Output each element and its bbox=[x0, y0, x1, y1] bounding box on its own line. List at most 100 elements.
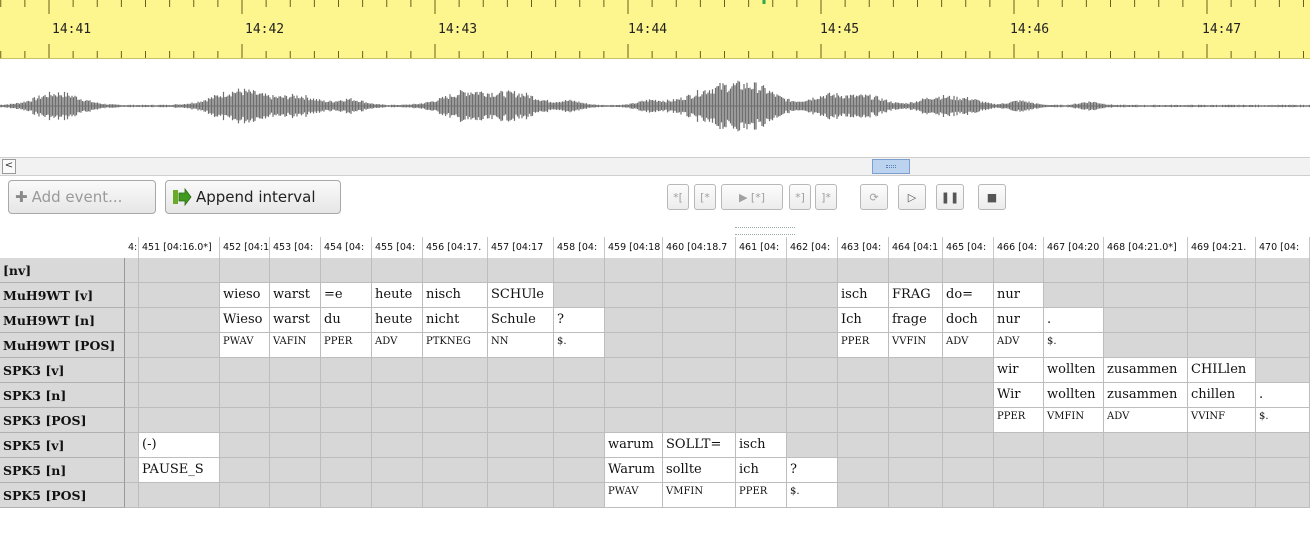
event-cell[interactable]: sollte bbox=[663, 458, 736, 483]
column-header[interactable]: 452 [04:1 bbox=[220, 237, 270, 258]
empty-cell[interactable] bbox=[889, 358, 943, 383]
event-cell[interactable]: do= bbox=[943, 283, 994, 308]
empty-cell[interactable] bbox=[1256, 358, 1310, 383]
empty-cell[interactable] bbox=[605, 358, 663, 383]
empty-cell[interactable] bbox=[787, 258, 838, 283]
empty-cell[interactable] bbox=[889, 408, 943, 433]
empty-cell[interactable] bbox=[787, 383, 838, 408]
empty-cell[interactable] bbox=[838, 358, 889, 383]
event-cell[interactable]: VMFIN bbox=[1044, 408, 1104, 433]
empty-cell[interactable] bbox=[488, 483, 554, 508]
empty-cell[interactable] bbox=[943, 358, 994, 383]
event-cell[interactable]: chillen bbox=[1188, 383, 1256, 408]
empty-cell[interactable] bbox=[994, 458, 1044, 483]
empty-cell[interactable] bbox=[838, 458, 889, 483]
event-cell[interactable]: CHILlen bbox=[1188, 358, 1256, 383]
empty-cell[interactable] bbox=[270, 383, 321, 408]
event-cell[interactable]: warst bbox=[270, 283, 321, 308]
empty-cell[interactable] bbox=[1044, 283, 1104, 308]
empty-cell[interactable] bbox=[321, 483, 372, 508]
column-header[interactable]: 457 [04:17 bbox=[488, 237, 554, 258]
empty-cell[interactable] bbox=[787, 433, 838, 458]
empty-cell[interactable] bbox=[372, 408, 423, 433]
play-selection-button[interactable]: ▶ [*] bbox=[721, 184, 783, 210]
play-bracket-start-button[interactable]: [* bbox=[694, 184, 716, 210]
empty-cell[interactable] bbox=[139, 408, 220, 433]
empty-cell[interactable] bbox=[423, 383, 488, 408]
empty-cell[interactable] bbox=[1044, 433, 1104, 458]
empty-cell[interactable] bbox=[889, 433, 943, 458]
empty-cell[interactable] bbox=[1104, 258, 1188, 283]
pause-button[interactable]: ❚❚ bbox=[936, 184, 964, 210]
event-cell[interactable]: heute bbox=[372, 283, 423, 308]
tier-label[interactable]: MuH9WT [n] bbox=[0, 308, 125, 333]
event-cell[interactable]: Wieso bbox=[220, 308, 270, 333]
empty-cell[interactable] bbox=[838, 408, 889, 433]
empty-cell[interactable] bbox=[139, 258, 220, 283]
event-cell[interactable]: warum bbox=[605, 433, 663, 458]
empty-cell[interactable] bbox=[270, 358, 321, 383]
empty-cell[interactable] bbox=[663, 358, 736, 383]
empty-cell[interactable] bbox=[1188, 258, 1256, 283]
tier-label[interactable]: MuH9WT [POS] bbox=[0, 333, 125, 358]
column-header[interactable]: 464 [04:1 bbox=[889, 237, 943, 258]
empty-cell[interactable] bbox=[321, 433, 372, 458]
empty-cell[interactable] bbox=[423, 458, 488, 483]
empty-cell[interactable] bbox=[423, 258, 488, 283]
timeline-ruler[interactable]: 14:41 14:42 14:43 14:44 14:45 14:46 14:4… bbox=[0, 0, 1310, 59]
empty-cell[interactable] bbox=[220, 433, 270, 458]
empty-cell[interactable] bbox=[605, 383, 663, 408]
empty-cell[interactable] bbox=[736, 383, 787, 408]
empty-cell[interactable] bbox=[663, 283, 736, 308]
empty-cell[interactable] bbox=[139, 383, 220, 408]
event-cell[interactable]: warst bbox=[270, 308, 321, 333]
empty-cell[interactable] bbox=[787, 408, 838, 433]
tier-label[interactable]: MuH9WT [v] bbox=[0, 283, 125, 308]
event-cell[interactable]: Warum bbox=[605, 458, 663, 483]
empty-cell[interactable] bbox=[663, 333, 736, 358]
empty-cell[interactable] bbox=[554, 483, 605, 508]
event-cell[interactable]: nur bbox=[994, 308, 1044, 333]
empty-cell[interactable] bbox=[554, 358, 605, 383]
event-cell[interactable]: NN bbox=[488, 333, 554, 358]
empty-cell[interactable] bbox=[605, 308, 663, 333]
column-header[interactable]: 454 [04: bbox=[321, 237, 372, 258]
event-cell[interactable]: wollten bbox=[1044, 358, 1104, 383]
empty-cell[interactable] bbox=[125, 358, 139, 383]
empty-cell[interactable] bbox=[838, 483, 889, 508]
empty-cell[interactable] bbox=[663, 258, 736, 283]
column-header[interactable]: 470 [04: bbox=[1256, 237, 1310, 258]
play-start-bracket-button[interactable]: *[ bbox=[667, 184, 689, 210]
column-header[interactable]: 468 [04:21.0*] bbox=[1104, 237, 1188, 258]
empty-cell[interactable] bbox=[787, 308, 838, 333]
empty-cell[interactable] bbox=[270, 258, 321, 283]
event-cell[interactable]: PWAV bbox=[220, 333, 270, 358]
empty-cell[interactable] bbox=[994, 483, 1044, 508]
empty-cell[interactable] bbox=[372, 383, 423, 408]
empty-cell[interactable] bbox=[1188, 458, 1256, 483]
empty-cell[interactable] bbox=[787, 283, 838, 308]
empty-cell[interactable] bbox=[663, 408, 736, 433]
empty-cell[interactable] bbox=[270, 433, 321, 458]
event-cell[interactable]: nicht bbox=[423, 308, 488, 333]
column-header[interactable]: 466 [04: bbox=[994, 237, 1044, 258]
empty-cell[interactable] bbox=[663, 383, 736, 408]
empty-cell[interactable] bbox=[139, 283, 220, 308]
column-header[interactable]: 461 [04: bbox=[736, 237, 787, 258]
empty-cell[interactable] bbox=[838, 383, 889, 408]
event-cell[interactable]: . bbox=[1256, 383, 1310, 408]
empty-cell[interactable] bbox=[1104, 308, 1188, 333]
tier-label[interactable]: [nv] bbox=[0, 258, 125, 283]
event-cell[interactable]: VVINF bbox=[1188, 408, 1256, 433]
empty-cell[interactable] bbox=[605, 408, 663, 433]
empty-cell[interactable] bbox=[1256, 308, 1310, 333]
empty-cell[interactable] bbox=[889, 483, 943, 508]
empty-cell[interactable] bbox=[125, 258, 139, 283]
empty-cell[interactable] bbox=[943, 433, 994, 458]
tier-label[interactable]: SPK3 [POS] bbox=[0, 408, 125, 433]
tier-label[interactable]: SPK5 [v] bbox=[0, 433, 125, 458]
empty-cell[interactable] bbox=[488, 408, 554, 433]
empty-cell[interactable] bbox=[372, 483, 423, 508]
empty-cell[interactable] bbox=[125, 308, 139, 333]
empty-cell[interactable] bbox=[125, 458, 139, 483]
